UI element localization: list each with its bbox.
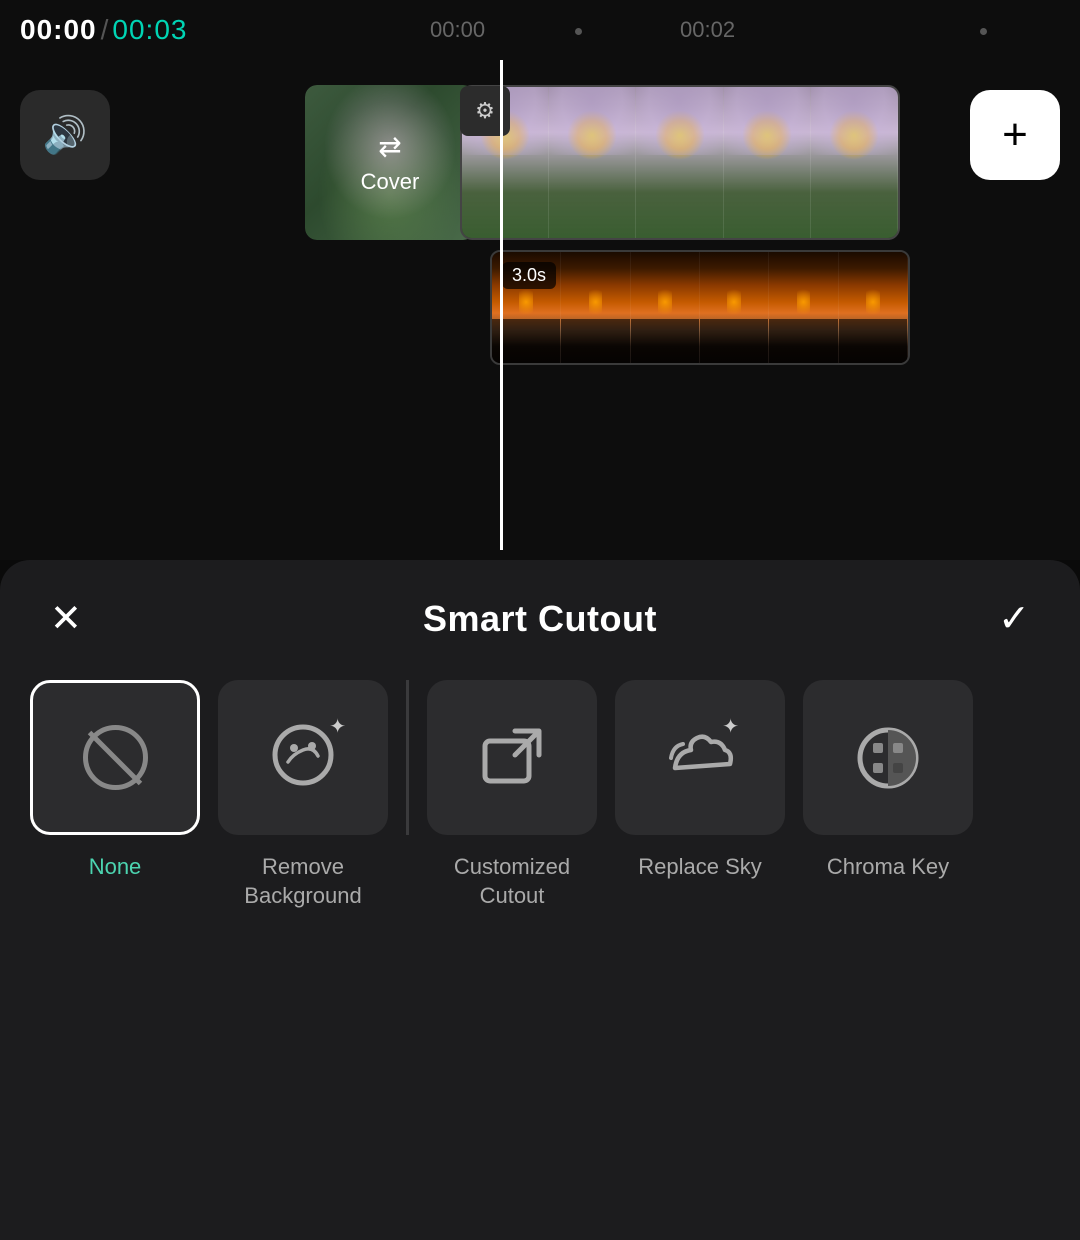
video-frame-5 bbox=[811, 87, 898, 238]
playhead[interactable] bbox=[500, 60, 503, 550]
option-replace-sky-label: Replace Sky bbox=[638, 853, 762, 882]
broll-frame-5 bbox=[769, 252, 838, 363]
cover-text: Cover bbox=[361, 169, 420, 195]
confirm-button[interactable]: ✓ bbox=[998, 600, 1030, 638]
broll-frame-4 bbox=[700, 252, 769, 363]
add-button[interactable]: + bbox=[970, 90, 1060, 180]
video-frame-2 bbox=[549, 87, 636, 238]
audio-button[interactable]: 🔊 bbox=[20, 90, 110, 180]
option-customized-cutout[interactable]: CustomizedCutout bbox=[427, 680, 597, 910]
option-remove-background-label: RemoveBackground bbox=[244, 853, 361, 910]
time-separator: / bbox=[101, 14, 109, 46]
broll-frame-2 bbox=[561, 252, 630, 363]
broll-frame-3 bbox=[631, 252, 700, 363]
broll-duration-badge: 3.0s bbox=[502, 262, 556, 289]
time-total: 00:03 bbox=[112, 14, 187, 46]
option-remove-background-box[interactable]: ✦ bbox=[218, 680, 388, 835]
time-marker-mid: 00:02 bbox=[680, 17, 735, 43]
option-customized-cutout-label: CustomizedCutout bbox=[454, 853, 570, 910]
option-replace-sky-box[interactable]: ✦ bbox=[615, 680, 785, 835]
option-none[interactable]: None bbox=[30, 680, 200, 882]
smart-cutout-panel: ✕ Smart Cutout ✓ None ✦ bbox=[0, 560, 1080, 1240]
option-none-box[interactable] bbox=[30, 680, 200, 835]
broll-frame-6 bbox=[839, 252, 908, 363]
option-none-label: None bbox=[89, 853, 142, 882]
audio-icon: 🔊 bbox=[43, 114, 88, 156]
add-icon: + bbox=[1002, 110, 1028, 160]
cover-track[interactable]: ⇄ Cover bbox=[305, 85, 475, 240]
options-row: None ✦ RemoveBackground bbox=[0, 660, 1080, 910]
customized-cutout-icon bbox=[477, 723, 547, 793]
video-frame-4 bbox=[724, 87, 811, 238]
sparkle-icon: ✦ bbox=[329, 714, 346, 739]
panel-title: Smart Cutout bbox=[423, 598, 657, 640]
remove-background-icon bbox=[268, 720, 338, 790]
settings-icon: ⚙ bbox=[475, 98, 495, 124]
video-frames bbox=[462, 87, 898, 238]
sky-sparkle-icon: ✦ bbox=[722, 714, 739, 739]
time-dot-2 bbox=[980, 28, 987, 35]
option-replace-sky[interactable]: ✦ Replace Sky bbox=[615, 680, 785, 882]
close-button[interactable]: ✕ bbox=[50, 600, 82, 638]
time-ruler: 00:00 / 00:03 00:00 00:02 bbox=[0, 0, 1080, 60]
option-customized-cutout-box[interactable] bbox=[427, 680, 597, 835]
time-dot-1 bbox=[575, 28, 582, 35]
time-current: 00:00 bbox=[20, 14, 97, 46]
option-chroma-key-label: Chroma Key bbox=[827, 853, 949, 882]
option-chroma-key-box[interactable] bbox=[803, 680, 973, 835]
chroma-key-icon bbox=[853, 723, 923, 793]
broll-track[interactable]: 3.0s bbox=[490, 250, 910, 365]
time-marker-start: 00:00 bbox=[430, 17, 485, 43]
option-chroma-key[interactable]: Chroma Key bbox=[803, 680, 973, 882]
cover-label: ⇄ Cover bbox=[361, 130, 420, 195]
none-icon bbox=[83, 725, 148, 790]
video-track[interactable] bbox=[460, 85, 900, 240]
video-frame-3 bbox=[636, 87, 723, 238]
panel-header: ✕ Smart Cutout ✓ bbox=[0, 560, 1080, 660]
option-remove-background[interactable]: ✦ RemoveBackground bbox=[218, 680, 388, 910]
cover-icon: ⇄ bbox=[378, 130, 401, 163]
timeline-area: 00:00 / 00:03 00:00 00:02 🔊 ⇄ Cover ⚙ bbox=[0, 0, 1080, 560]
option-divider bbox=[406, 680, 409, 835]
